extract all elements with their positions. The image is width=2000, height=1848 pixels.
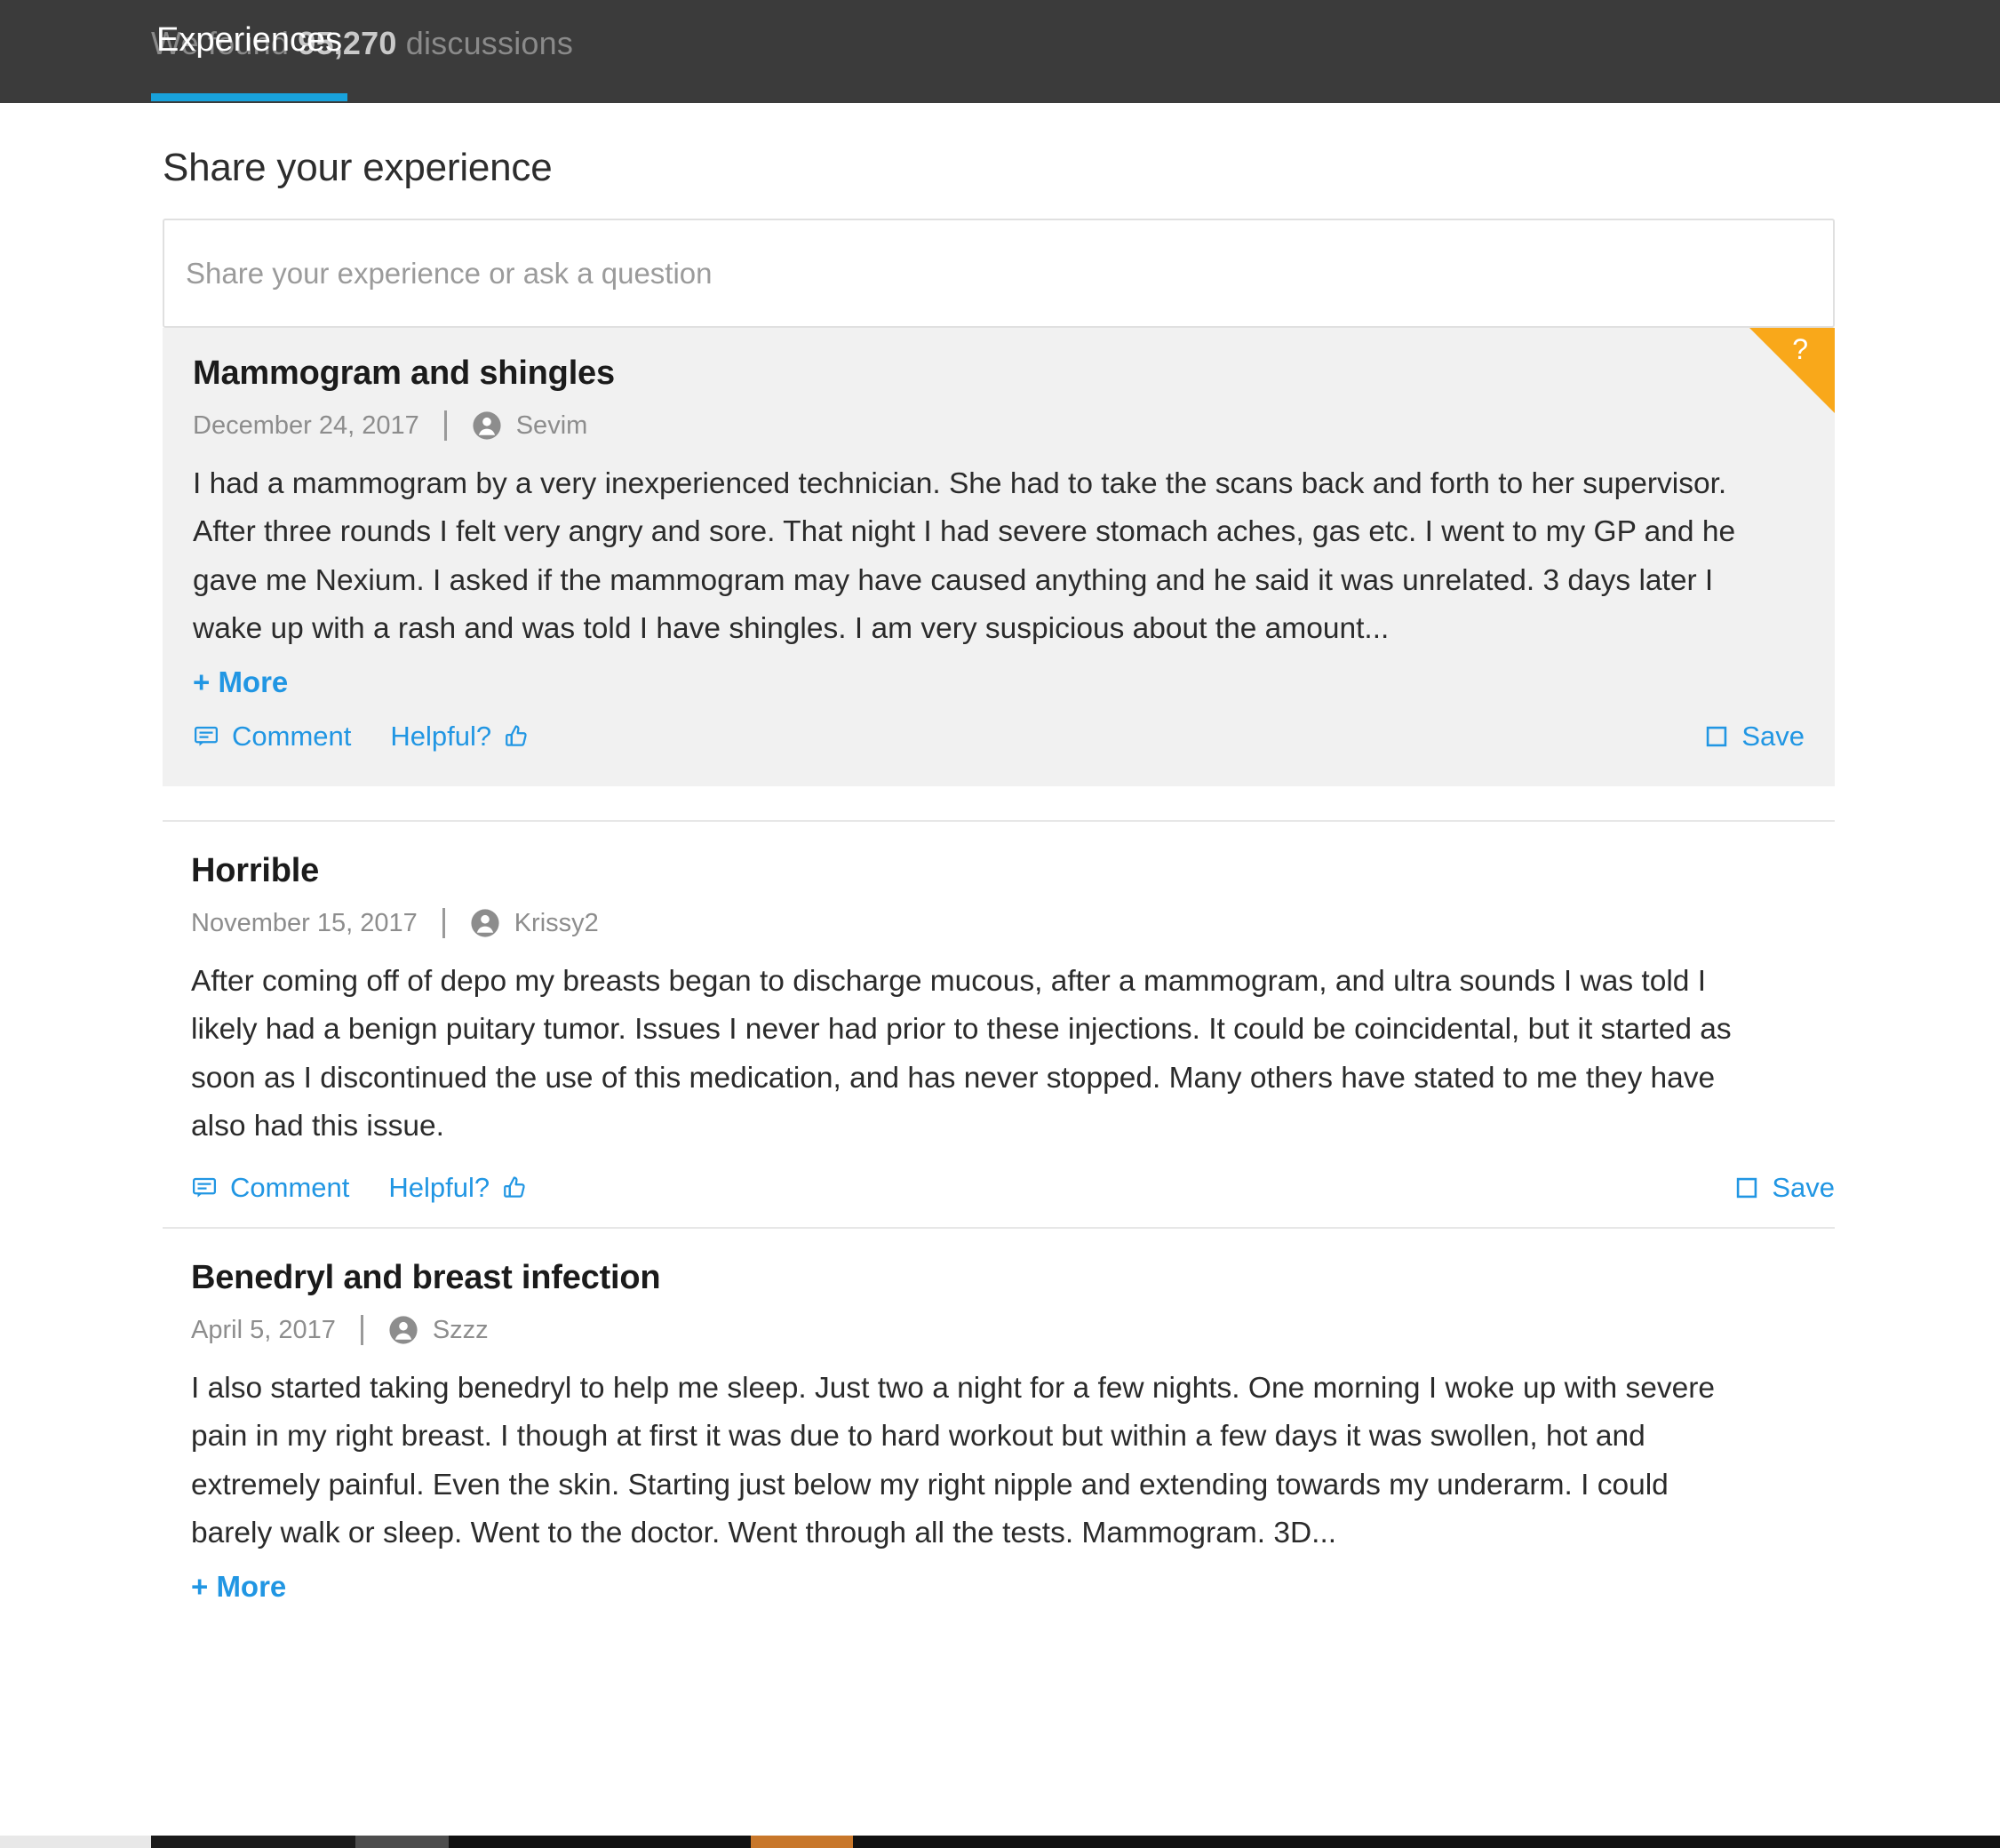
thumbs-up-icon (502, 1175, 529, 1201)
post-author[interactable]: Sevim (516, 411, 588, 441)
comment-button[interactable]: Comment (193, 721, 351, 753)
save-label: Save (1772, 1172, 1835, 1204)
post-meta: December 24, 2017 Sevim (193, 410, 1805, 441)
taskbar-segment-3 (355, 1836, 449, 1848)
post-title[interactable]: Mammogram and shingles (193, 354, 1805, 393)
helpful-button[interactable]: Helpful? (390, 721, 530, 753)
post-body: I had a mammogram by a very inexperience… (193, 467, 1736, 645)
post-card[interactable]: Benedryl and breast infection April 5, 2… (163, 1229, 1835, 1628)
more-link[interactable]: + More (191, 1570, 286, 1604)
bookmark-icon (1704, 724, 1729, 749)
post-title[interactable]: Horrible (191, 852, 1835, 890)
question-flag-icon[interactable]: ? (1749, 328, 1835, 413)
user-avatar-icon (388, 1315, 418, 1345)
comment-label: Comment (232, 721, 352, 753)
helpful-button[interactable]: Helpful? (388, 1172, 529, 1204)
post-date: November 15, 2017 (191, 908, 418, 937)
taskbar-segment-6 (853, 1836, 2000, 1848)
thumbs-up-icon (504, 723, 530, 750)
meta-divider (360, 1315, 363, 1346)
tab-experiences[interactable]: Experiences (151, 20, 348, 101)
taskbar-segment-5 (751, 1836, 853, 1848)
posts-list: ? Mammogram and shingles December 24, 20… (0, 328, 2000, 1628)
user-avatar-icon (472, 410, 502, 441)
tab-bar: Experiences (151, 20, 348, 101)
comment-icon (191, 1175, 218, 1201)
helpful-label: Helpful? (388, 1172, 490, 1204)
save-label: Save (1741, 721, 1805, 753)
post-date: December 24, 2017 (193, 410, 419, 440)
bookmark-icon (1734, 1175, 1759, 1200)
tab-experiences-label: Experiences (156, 21, 343, 59)
helpful-label: Helpful? (390, 721, 492, 753)
post-author[interactable]: Krissy2 (514, 909, 599, 938)
save-button[interactable]: Save (1734, 1172, 1835, 1204)
comment-button[interactable]: Comment (191, 1172, 349, 1204)
post-card[interactable]: ? Mammogram and shingles December 24, 20… (163, 328, 1835, 787)
comment-label: Comment (230, 1172, 350, 1204)
flag-question-mark: ? (1792, 333, 1808, 365)
post-author[interactable]: Szzz (433, 1316, 489, 1345)
comment-icon (193, 723, 219, 750)
post-meta: November 15, 2017 Krissy2 (191, 908, 1835, 939)
post-date: April 5, 2017 (191, 1315, 336, 1344)
post-title[interactable]: Benedryl and breast infection (191, 1259, 1835, 1297)
meta-divider (443, 410, 447, 441)
page-title: Share your experience (163, 146, 553, 189)
tab-active-underline (151, 92, 348, 101)
top-bar: We found 95,270 discussions Experiences (0, 0, 2000, 103)
share-experience-input[interactable] (163, 219, 1835, 328)
taskbar-segment-4 (449, 1836, 751, 1848)
user-avatar-icon (470, 908, 500, 938)
post-card[interactable]: Horrible November 15, 2017 Krissy2 After… (163, 822, 1835, 1230)
taskbar-segment-1 (0, 1836, 151, 1848)
post-actions: Comment Helpful? Save (193, 721, 1805, 753)
taskbar-segment-2 (151, 1836, 355, 1848)
meta-divider (442, 908, 445, 939)
found-suffix: discussions (396, 25, 574, 61)
more-link[interactable]: + More (193, 665, 288, 699)
post-body: After coming off of depo my breasts bega… (191, 965, 1732, 1143)
post-body: I also started taking benedryl to help m… (191, 1372, 1715, 1549)
post-meta: April 5, 2017 Szzz (191, 1315, 1835, 1346)
main-content: Share your experience ? Mammogram and sh… (0, 103, 2000, 1628)
composer-container (0, 190, 2000, 328)
post-actions: Comment Helpful? Save (191, 1172, 1835, 1204)
save-button[interactable]: Save (1704, 721, 1805, 753)
os-taskbar-strip (0, 1832, 2000, 1848)
